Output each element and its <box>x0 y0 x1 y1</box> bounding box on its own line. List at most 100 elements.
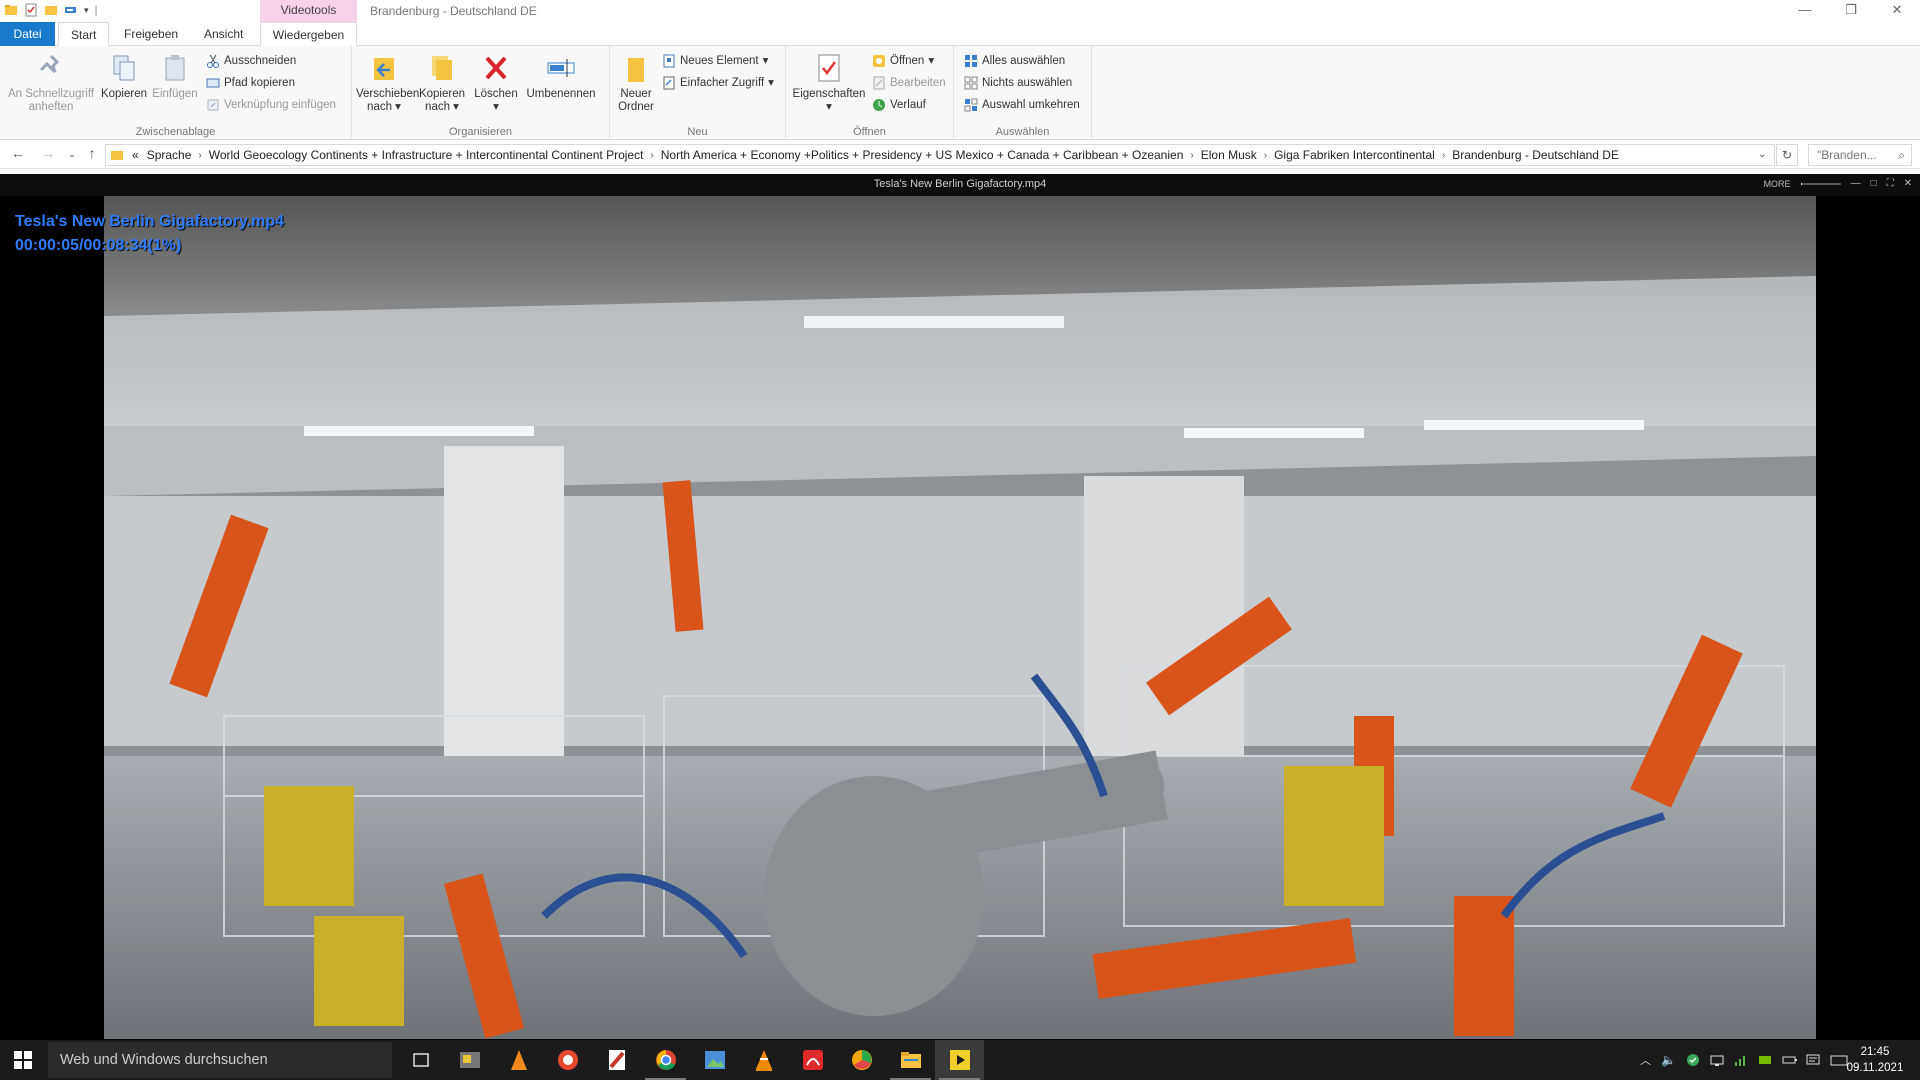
forward-arrow-icon[interactable]: → <box>38 145 58 161</box>
address-bar[interactable]: « Sprache › World Geoecology Continents +… <box>105 144 1775 166</box>
new-folder-label-1: Neuer <box>620 88 652 100</box>
paste-button[interactable]: Einfügen <box>150 52 200 101</box>
open-button[interactable]: Öffnen ▾ <box>872 52 934 70</box>
move-label-1: Verschieben <box>356 88 420 100</box>
copy-path-button[interactable]: Pfad kopieren <box>206 74 295 92</box>
notifications-icon[interactable] <box>1806 1053 1820 1067</box>
copy-to-label-2: nach <box>425 101 450 113</box>
breadcrumb-item[interactable]: World Geoecology Continents + Infrastruc… <box>205 148 648 162</box>
properties-button[interactable]: Eigenschaften ▾ <box>790 52 868 114</box>
tab-share[interactable]: Freigeben <box>112 22 190 46</box>
breadcrumb-chevron-icon[interactable]: › <box>1187 150 1196 161</box>
restore-icon[interactable]: ❐ <box>1828 0 1874 22</box>
select-all-button[interactable]: Alles auswählen <box>964 52 1065 70</box>
pdf-app-icon[interactable] <box>592 1040 641 1080</box>
chrome-icon[interactable] <box>641 1040 690 1080</box>
breadcrumb-item[interactable]: Giga Fabriken Intercontinental <box>1270 148 1439 162</box>
pin-quick-access-button[interactable]: An Schnellzugriff anheften <box>6 52 96 114</box>
new-folder-button[interactable]: Neuer Ordner <box>616 52 656 114</box>
move-label-2: nach <box>367 101 392 113</box>
minimize-icon[interactable]: — <box>1782 0 1828 22</box>
acrobat-icon[interactable] <box>788 1040 837 1080</box>
breadcrumb-chevron-icon[interactable]: › <box>647 150 656 161</box>
network-icon[interactable] <box>1710 1053 1724 1067</box>
breadcrumb-item[interactable]: Elon Musk <box>1197 148 1261 162</box>
title-bar: ▾ | Videotools Brandenburg - Deutschland… <box>0 0 1920 22</box>
easy-access-button[interactable]: Einfacher Zugriff ▾ <box>662 74 774 92</box>
refresh-icon[interactable]: ↻ <box>1776 144 1798 166</box>
copy-button[interactable]: Kopieren <box>100 52 148 101</box>
image-viewer-icon[interactable] <box>690 1040 739 1080</box>
player-title: Tesla's New Berlin Gigafactory.mp4 <box>873 178 1047 190</box>
tab-view[interactable]: Ansicht <box>192 22 255 46</box>
volume-icon[interactable]: 🔈 <box>1661 1053 1676 1067</box>
windows-logo-icon <box>14 1051 32 1069</box>
rename-icon[interactable] <box>64 3 78 17</box>
media-player-icon[interactable] <box>837 1040 886 1080</box>
tab-start[interactable]: Start <box>58 22 110 46</box>
tab-play[interactable]: Wiedergeben <box>260 22 357 46</box>
ribbon: An Schnellzugriff anheften Kopieren Einf… <box>0 46 1920 140</box>
player-close-icon[interactable]: ✕ <box>1904 178 1912 189</box>
video-frame[interactable] <box>104 196 1816 1039</box>
select-none-button[interactable]: Nichts auswählen <box>964 74 1072 92</box>
breadcrumb-chevron-icon[interactable]: › <box>195 150 204 161</box>
start-button[interactable] <box>0 1040 46 1080</box>
properties-icon[interactable] <box>24 3 38 17</box>
back-arrow-icon[interactable]: ← <box>8 145 28 161</box>
player-minimize-icon[interactable]: — <box>1851 178 1861 189</box>
edit-button[interactable]: Bearbeiten <box>872 74 946 92</box>
address-dropdown-icon[interactable]: ⌄ <box>1758 149 1766 160</box>
task-view-icon[interactable] <box>396 1040 445 1080</box>
up-arrow-icon[interactable]: ↑ <box>82 145 102 161</box>
invert-selection-button[interactable]: Auswahl umkehren <box>964 96 1080 114</box>
recent-locations-chevron-icon[interactable]: ⌄ <box>62 149 82 160</box>
player-fullscreen-icon[interactable]: ⛶ <box>1887 178 1894 189</box>
security-check-icon[interactable] <box>1686 1053 1700 1067</box>
close-icon[interactable]: ✕ <box>1874 0 1920 22</box>
cut-button[interactable]: Ausschneiden <box>206 52 296 70</box>
rename-button[interactable]: Umbenennen <box>524 52 598 101</box>
signal-icon[interactable] <box>1734 1053 1748 1067</box>
move-to-button[interactable]: Verschieben nach ▾ <box>356 52 419 114</box>
breadcrumb-chevron-icon[interactable]: › <box>1439 150 1448 161</box>
file-manager-icon[interactable] <box>445 1040 494 1080</box>
show-hidden-icons-chevron-icon[interactable]: ︿ <box>1640 1052 1651 1068</box>
paste-label: Einfügen <box>152 88 198 100</box>
breadcrumb-current[interactable]: Brandenburg - Deutschland DE <box>1448 148 1623 162</box>
group-label-select: Auswählen <box>995 126 1050 138</box>
browser-icon[interactable] <box>543 1040 592 1080</box>
file-explorer-icon[interactable] <box>886 1040 935 1080</box>
new-item-button[interactable]: Neues Element ▾ <box>662 52 768 70</box>
more-button[interactable]: MORE <box>1764 179 1791 189</box>
qat-customize-chevron-icon[interactable]: ▾ <box>84 5 89 16</box>
new-folder-icon[interactable] <box>44 3 58 17</box>
folder-icon[interactable] <box>4 3 18 17</box>
group-clipboard: An Schnellzugriff anheften Kopieren Einf… <box>0 46 352 140</box>
breadcrumb-overflow[interactable]: « <box>128 148 143 162</box>
tab-file[interactable]: Datei <box>0 22 55 46</box>
copy-folder-icon <box>432 56 452 80</box>
breadcrumb-item[interactable]: North America + Economy +Politics + Pres… <box>657 148 1188 162</box>
vlc-icon[interactable] <box>739 1040 788 1080</box>
battery-icon[interactable] <box>1782 1053 1797 1067</box>
video-player-window: Tesla's New Berlin Gigafactory.mp4 MORE … <box>0 174 1920 1039</box>
group-select: Alles auswählen Nichts auswählen Auswahl… <box>954 46 1092 140</box>
taskbar-clock[interactable]: 21:45 09.11.2021 <box>1840 1044 1910 1076</box>
breadcrumb-chevron-icon[interactable]: › <box>1261 150 1270 161</box>
history-button[interactable]: Verlauf <box>872 96 926 114</box>
breadcrumb-item[interactable]: Sprache <box>143 148 196 162</box>
gpu-icon[interactable] <box>1758 1053 1772 1067</box>
search-input[interactable]: "Branden... ⌕ <box>1808 144 1912 166</box>
copy-to-button[interactable]: Kopieren nach ▾ <box>416 52 468 114</box>
paste-shortcut-button[interactable]: Verknüpfung einfügen <box>206 96 336 114</box>
video-player-icon[interactable] <box>935 1040 984 1080</box>
delete-button[interactable]: Löschen ▾ <box>472 52 520 114</box>
search-placeholder: "Branden... <box>1817 148 1877 162</box>
player-progress-track[interactable] <box>1800 182 1841 185</box>
cone-player-icon[interactable] <box>494 1040 543 1080</box>
taskbar-search-input[interactable]: Web und Windows durchsuchen <box>48 1042 392 1078</box>
pin-icon <box>39 54 60 74</box>
player-maximize-icon[interactable]: □ <box>1871 178 1877 189</box>
osd-time: 00:00:05/00:08:34(1%) <box>15 237 182 254</box>
